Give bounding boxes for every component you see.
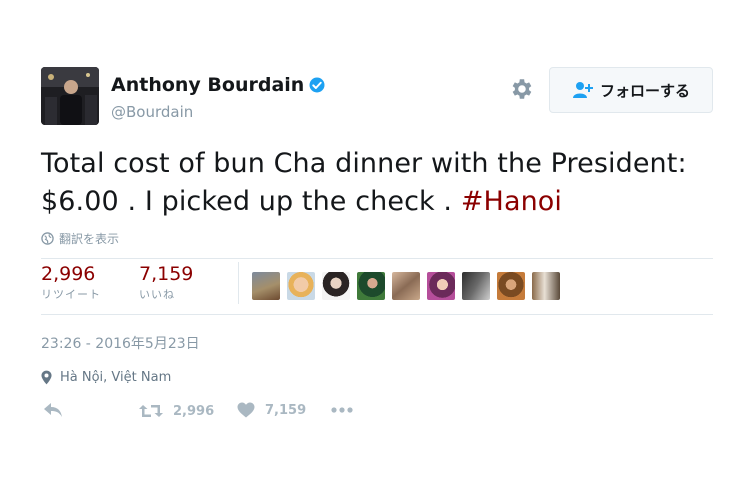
tweet-body: Total cost of bun Cha dinner with the Pr…	[41, 148, 687, 217]
gear-icon[interactable]	[508, 76, 534, 102]
follow-button-label: フォローする	[599, 81, 690, 100]
liker-avatar[interactable]	[252, 272, 280, 300]
liker-avatar[interactable]	[532, 272, 560, 300]
retweet-count: 2,996	[41, 263, 96, 285]
translate-label: 翻訳を表示	[59, 232, 120, 246]
location-label: Hà Nội, Việt Nam	[60, 370, 172, 385]
tweet-text: Total cost of bun Cha dinner with the Pr…	[41, 145, 721, 221]
reply-button[interactable]	[43, 402, 73, 418]
location-pin-icon	[41, 370, 52, 385]
retweet-action-count: 2,996	[173, 403, 215, 419]
hashtag-link[interactable]: #Hanoi	[461, 186, 562, 217]
like-button[interactable]: 7,159	[237, 402, 306, 418]
translate-link[interactable]: 翻訳を表示	[41, 230, 119, 247]
divider	[41, 314, 713, 315]
tweet-actions: 2,996 7,159	[41, 402, 441, 424]
location-link[interactable]: Hà Nội, Việt Nam	[41, 370, 171, 385]
globe-icon	[41, 232, 54, 245]
like-label: いいね	[139, 288, 175, 301]
liker-avatar[interactable]	[322, 272, 350, 300]
like-stat[interactable]: 7,159 いいね	[139, 262, 193, 302]
liker-avatar[interactable]	[497, 272, 525, 300]
reply-icon	[44, 403, 62, 417]
tweet-timestamp[interactable]: 23:26 - 2016年5月23日	[41, 333, 200, 353]
user-name[interactable]: Anthony Bourdain	[111, 74, 326, 96]
liker-avatar[interactable]	[357, 272, 385, 300]
liker-avatar[interactable]	[287, 272, 315, 300]
user-handle[interactable]: @Bourdain	[111, 103, 193, 121]
heart-icon	[237, 402, 255, 418]
like-count: 7,159	[139, 263, 194, 285]
like-action-count: 7,159	[265, 402, 307, 418]
more-button[interactable]	[331, 402, 363, 418]
avatar[interactable]	[41, 67, 99, 125]
retweet-icon	[139, 405, 163, 417]
add-user-icon	[572, 82, 593, 98]
divider	[41, 258, 713, 259]
more-dots-icon	[331, 407, 353, 413]
liker-avatar[interactable]	[427, 272, 455, 300]
retweet-button[interactable]: 2,996	[139, 402, 214, 420]
retweet-stat[interactable]: 2,996 リツイート	[41, 262, 101, 302]
stat-separator	[238, 262, 239, 304]
liker-avatar[interactable]	[392, 272, 420, 300]
liker-avatars	[252, 272, 567, 300]
user-name-text: Anthony Bourdain	[111, 74, 305, 96]
liker-avatar[interactable]	[462, 272, 490, 300]
follow-button[interactable]: フォローする	[549, 67, 713, 113]
verified-badge-icon	[309, 77, 325, 93]
retweet-label: リツイート	[41, 288, 101, 301]
